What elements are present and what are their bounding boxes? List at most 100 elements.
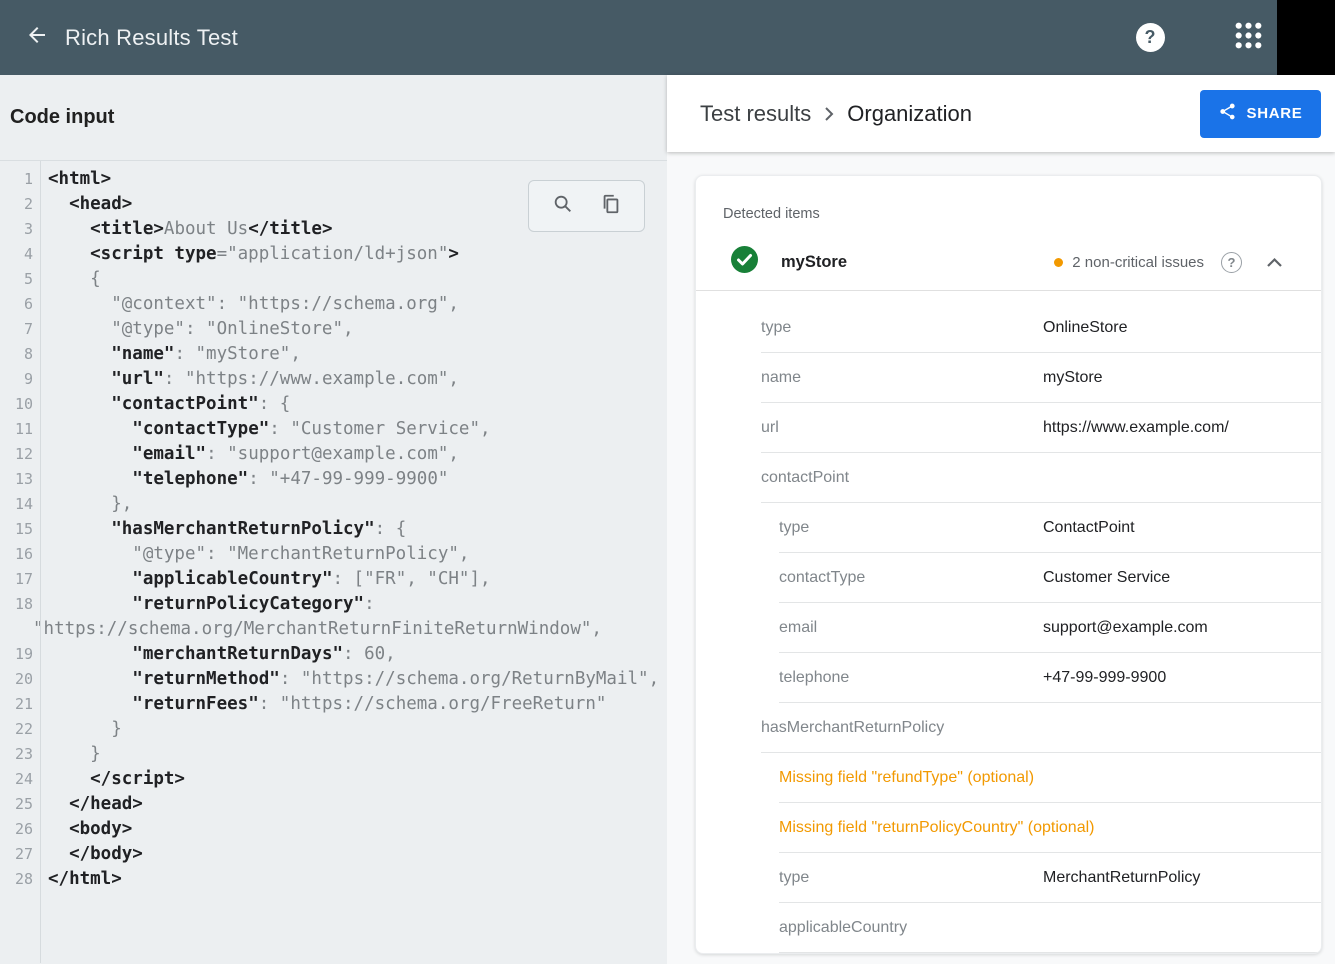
code-text: { — [40, 267, 101, 292]
line-number: 5 — [0, 267, 40, 292]
copy-button[interactable] — [599, 194, 623, 218]
code-line: 4 <script type="application/ld+json"> — [0, 242, 667, 267]
property-value: MerchantReturnPolicy — [1043, 869, 1200, 887]
code-line: 11 "contactType": "Customer Service", — [0, 417, 667, 442]
code-text: "returnPolicyCategory": — [40, 592, 375, 617]
help-icon: ? — [1136, 23, 1165, 52]
line-number: 12 — [0, 442, 40, 467]
line-number: 23 — [0, 742, 40, 767]
share-button[interactable]: SHARE — [1200, 90, 1321, 138]
property-value: myStore — [1043, 369, 1103, 387]
code-text: </body> — [40, 842, 143, 867]
apps-grid-icon — [1235, 22, 1262, 54]
property-value: https://www.example.com/ — [1043, 419, 1229, 437]
line-number: 28 — [0, 867, 40, 892]
line-number: 22 — [0, 717, 40, 742]
line-number: 11 — [0, 417, 40, 442]
line-number: 25 — [0, 792, 40, 817]
code-text: </html> — [40, 867, 122, 892]
property-value: support@example.com — [1043, 619, 1208, 637]
code-line: 5 { — [0, 267, 667, 292]
detected-items-label: Detected items — [723, 206, 1321, 222]
code-line: 9 "url": "https://www.example.com", — [0, 367, 667, 392]
chevron-right-icon — [824, 105, 834, 123]
code-line: 18 "returnPolicyCategory": — [0, 592, 667, 617]
code-line: 21 "returnFees": "https://schema.org/Fre… — [0, 692, 667, 717]
property-row: contactPoint — [761, 453, 1321, 503]
code-text: "https://schema.org/MerchantReturnFinite… — [25, 617, 602, 642]
warning-row[interactable]: Missing field "returnPolicyCountry" (opt… — [779, 803, 1321, 853]
chevron-up-icon — [1266, 257, 1283, 268]
code-editor[interactable]: 1<html>2 <head>3 <title>About Us</title>… — [0, 161, 667, 963]
editor-toolbar — [528, 180, 645, 232]
code-line: 14 }, — [0, 492, 667, 517]
collapse-button[interactable] — [1262, 250, 1286, 274]
code-line: 26 <body> — [0, 817, 667, 842]
property-table: typeOnlineStorenamemyStoreurlhttps://www… — [696, 291, 1321, 953]
help-button[interactable]: ? — [1126, 14, 1174, 62]
property-row: emailsupport@example.com — [779, 603, 1321, 653]
property-row: namemyStore — [761, 353, 1321, 403]
code-input-header: Code input — [0, 75, 667, 161]
results-header: Test results Organization SHARE — [667, 75, 1335, 152]
code-text: }, — [40, 492, 132, 517]
profile-area[interactable] — [1277, 0, 1335, 75]
code-text: "name": "myStore", — [40, 342, 301, 367]
warning-dot-icon — [1054, 258, 1063, 267]
detected-item-row[interactable]: myStore 2 non-critical issues ? — [696, 234, 1321, 291]
line-number: 10 — [0, 392, 40, 417]
help-outline-icon[interactable]: ? — [1221, 252, 1242, 273]
property-row: typeMerchantReturnPolicy — [779, 853, 1321, 903]
code-text: "applicableCountry": ["FR", "CH"], — [40, 567, 491, 592]
property-label: name — [761, 369, 1043, 387]
top-app-bar: Rich Results Test ? — [0, 0, 1335, 75]
arrow-back-icon — [25, 23, 49, 52]
code-text: "@context": "https://schema.org", — [40, 292, 459, 317]
line-number: 26 — [0, 817, 40, 842]
code-text: </script> — [40, 767, 185, 792]
code-line: 25 </head> — [0, 792, 667, 817]
line-number: 8 — [0, 342, 40, 367]
code-text: <head> — [40, 192, 132, 217]
check-circle-icon — [731, 246, 758, 278]
search-button[interactable] — [551, 194, 575, 218]
property-row: contactTypeCustomer Service — [779, 553, 1321, 603]
detected-items-card: Detected items myStore 2 non-critical is… — [695, 175, 1322, 954]
property-row: applicableCountry — [779, 903, 1321, 953]
line-number: 27 — [0, 842, 40, 867]
property-row: typeContactPoint — [779, 503, 1321, 553]
code-text: </head> — [40, 792, 143, 817]
code-line: 28</html> — [0, 867, 667, 892]
property-value: Customer Service — [1043, 569, 1170, 587]
property-row: hasMerchantReturnPolicy — [761, 703, 1321, 753]
code-text: "@type": "OnlineStore", — [40, 317, 354, 342]
line-number: 7 — [0, 317, 40, 342]
code-line: 12 "email": "support@example.com", — [0, 442, 667, 467]
line-number: 2 — [0, 192, 40, 217]
gutter-divider — [40, 161, 41, 963]
code-text: "merchantReturnDays": 60, — [40, 642, 396, 667]
code-line: 10 "contactPoint": { — [0, 392, 667, 417]
property-label: contactPoint — [761, 469, 1043, 487]
breadcrumb-test-results[interactable]: Test results — [700, 101, 811, 127]
line-number: 20 — [0, 667, 40, 692]
apps-grid-button[interactable] — [1224, 14, 1272, 62]
share-button-label: SHARE — [1246, 105, 1302, 122]
back-button[interactable] — [13, 14, 61, 62]
warning-row[interactable]: Missing field "refundType" (optional) — [779, 753, 1321, 803]
code-input-panel: Code input 1<html>2 <head>3 <title>About… — [0, 75, 667, 964]
code-text: "returnMethod": "https://schema.org/Retu… — [40, 667, 659, 692]
property-value: ContactPoint — [1043, 519, 1135, 537]
property-label: type — [779, 869, 1043, 887]
code-line: 13 "telephone": "+47-99-999-9900" — [0, 467, 667, 492]
results-body: Detected items myStore 2 non-critical is… — [667, 152, 1335, 954]
code-text: "email": "support@example.com", — [40, 442, 459, 467]
line-number: 13 — [0, 467, 40, 492]
code-line: 27 </body> — [0, 842, 667, 867]
code-text: <script type="application/ld+json"> — [40, 242, 459, 267]
code-text: "contactPoint": { — [40, 392, 290, 417]
line-number: 9 — [0, 367, 40, 392]
property-value: OnlineStore — [1043, 319, 1128, 337]
warning-text: Missing field "returnPolicyCountry" (opt… — [779, 819, 1094, 837]
line-number: 17 — [0, 567, 40, 592]
